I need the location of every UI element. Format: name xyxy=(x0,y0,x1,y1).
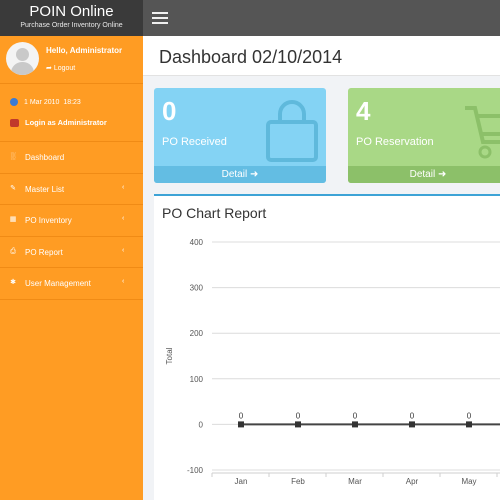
arrow-circle-right-icon: ➜ xyxy=(249,169,259,180)
printer-icon: ⎙ xyxy=(10,247,16,255)
sidebar-item-label: User Management xyxy=(25,279,91,288)
y-tick-label: 300 xyxy=(190,284,204,293)
chevron-left-icon: ‹ xyxy=(122,215,125,222)
po-reservation-detail-link[interactable]: Detail ➜ xyxy=(348,166,500,183)
menu-toggle-icon[interactable] xyxy=(152,12,168,24)
y-tick-label: 400 xyxy=(190,238,204,247)
detail-label: Detail xyxy=(409,169,436,180)
po-received-card: 0 PO Received Detail ➜ xyxy=(154,88,326,183)
brand: POIN Online Purchase Order Inventory Onl… xyxy=(0,0,143,36)
y-tick-label: 100 xyxy=(190,375,204,384)
asterisk-icon: ✱ xyxy=(10,279,16,286)
arrow-circle-right-icon: ➜ xyxy=(437,169,447,180)
data-point xyxy=(352,421,358,428)
chart-title: PO Chart Report xyxy=(162,205,267,221)
data-point xyxy=(295,421,301,428)
y-tick-label: -100 xyxy=(187,466,204,475)
data-point xyxy=(238,421,244,428)
sidebar-item-label: Dashboard xyxy=(25,153,65,162)
top-navbar xyxy=(143,0,500,36)
x-tick-label: Apr xyxy=(406,477,419,486)
x-tick-label: Feb xyxy=(291,477,305,486)
edit-icon: ✎ xyxy=(10,184,16,192)
session-info: 1 Mar 2010 18:23 Login as Administrator xyxy=(0,84,143,142)
sidebar-item-label: PO Report xyxy=(25,247,63,257)
shopping-cart-icon xyxy=(465,106,500,159)
login-text: Login as Administrator xyxy=(25,118,107,127)
brand-subtitle: Purchase Order Inventory Online xyxy=(20,22,123,29)
po-chart: 400 300 200 100 0 -100 Jan Feb Mar Apr May Total 0 0 0… xyxy=(165,238,500,486)
data-label: 0 xyxy=(467,411,472,420)
x-tick-label: Mar xyxy=(348,477,362,486)
datetime: 1 Mar 2010 18:23 xyxy=(10,98,81,106)
sidebar: Hello, Administrator ➦ Logout 1 Mar 2010… xyxy=(0,36,143,500)
shopping-bag-icon xyxy=(266,100,318,162)
y-axis-label: Total xyxy=(165,347,174,364)
sidebar-item-dashboard[interactable]: ░ Dashboard xyxy=(0,142,143,174)
x-tick-label: May xyxy=(461,477,476,486)
logout-label: Logout xyxy=(53,65,76,72)
x-tick-label: Jan xyxy=(235,477,248,486)
chart-panel: 400 300 200 100 0 -100 Jan Feb Mar Apr May Total 0 0 0… xyxy=(154,194,500,500)
logout-link[interactable]: ➦ Logout xyxy=(46,64,75,72)
po-reservation-card: 4 PO Reservation Detail ➜ xyxy=(348,88,500,183)
data-label: 0 xyxy=(353,411,358,420)
y-tick-label: 0 xyxy=(199,420,204,429)
po-received-count: 0 xyxy=(162,96,177,126)
po-reservation-label: PO Reservation xyxy=(356,136,434,148)
sidebar-item-po-report[interactable]: ⎙ PO Report ‹ xyxy=(0,237,143,268)
po-received-detail-link[interactable]: Detail ➜ xyxy=(154,166,326,183)
sidebar-item-master-list[interactable]: ✎ Master List ‹ xyxy=(0,174,143,205)
clock-icon xyxy=(10,98,18,106)
data-label: 0 xyxy=(239,411,244,420)
sidebar-item-label: PO Inventory xyxy=(25,216,72,225)
bar-chart-icon: ░ xyxy=(10,153,16,160)
login-status: Login as Administrator xyxy=(10,118,107,128)
user-greeting: Hello, Administrator xyxy=(46,46,123,55)
y-tick-label: 200 xyxy=(190,329,204,338)
detail-label: Detail xyxy=(221,169,248,180)
po-received-label: PO Received xyxy=(162,136,227,148)
users-icon xyxy=(10,119,19,128)
sidebar-item-po-inventory[interactable]: ▦ PO Inventory ‹ xyxy=(0,205,143,237)
time-text: 18:23 xyxy=(63,98,81,106)
chevron-left-icon: ‹ xyxy=(122,183,125,191)
po-reservation-count: 4 xyxy=(356,96,371,126)
data-label: 0 xyxy=(296,411,301,420)
user-panel: Hello, Administrator ➦ Logout xyxy=(0,36,143,84)
cart-icon: ▦ xyxy=(9,216,17,223)
date-text: 1 Mar 2010 xyxy=(24,98,60,106)
chevron-left-icon: ‹ xyxy=(122,278,125,285)
logout-icon: ➦ xyxy=(46,65,52,72)
data-point xyxy=(409,421,415,428)
data-point xyxy=(466,421,472,428)
data-label: 0 xyxy=(410,411,415,420)
chevron-left-icon: ‹ xyxy=(122,246,125,254)
sidebar-item-label: Master List xyxy=(25,184,65,194)
avatar xyxy=(6,42,39,75)
sidebar-item-user-management[interactable]: ✱ User Management ‹ xyxy=(0,268,143,300)
page-title: Dashboard 02/10/2014 xyxy=(159,47,343,67)
page-header: Dashboard 02/10/2014 xyxy=(143,36,500,76)
brand-title: POIN Online xyxy=(29,3,114,20)
